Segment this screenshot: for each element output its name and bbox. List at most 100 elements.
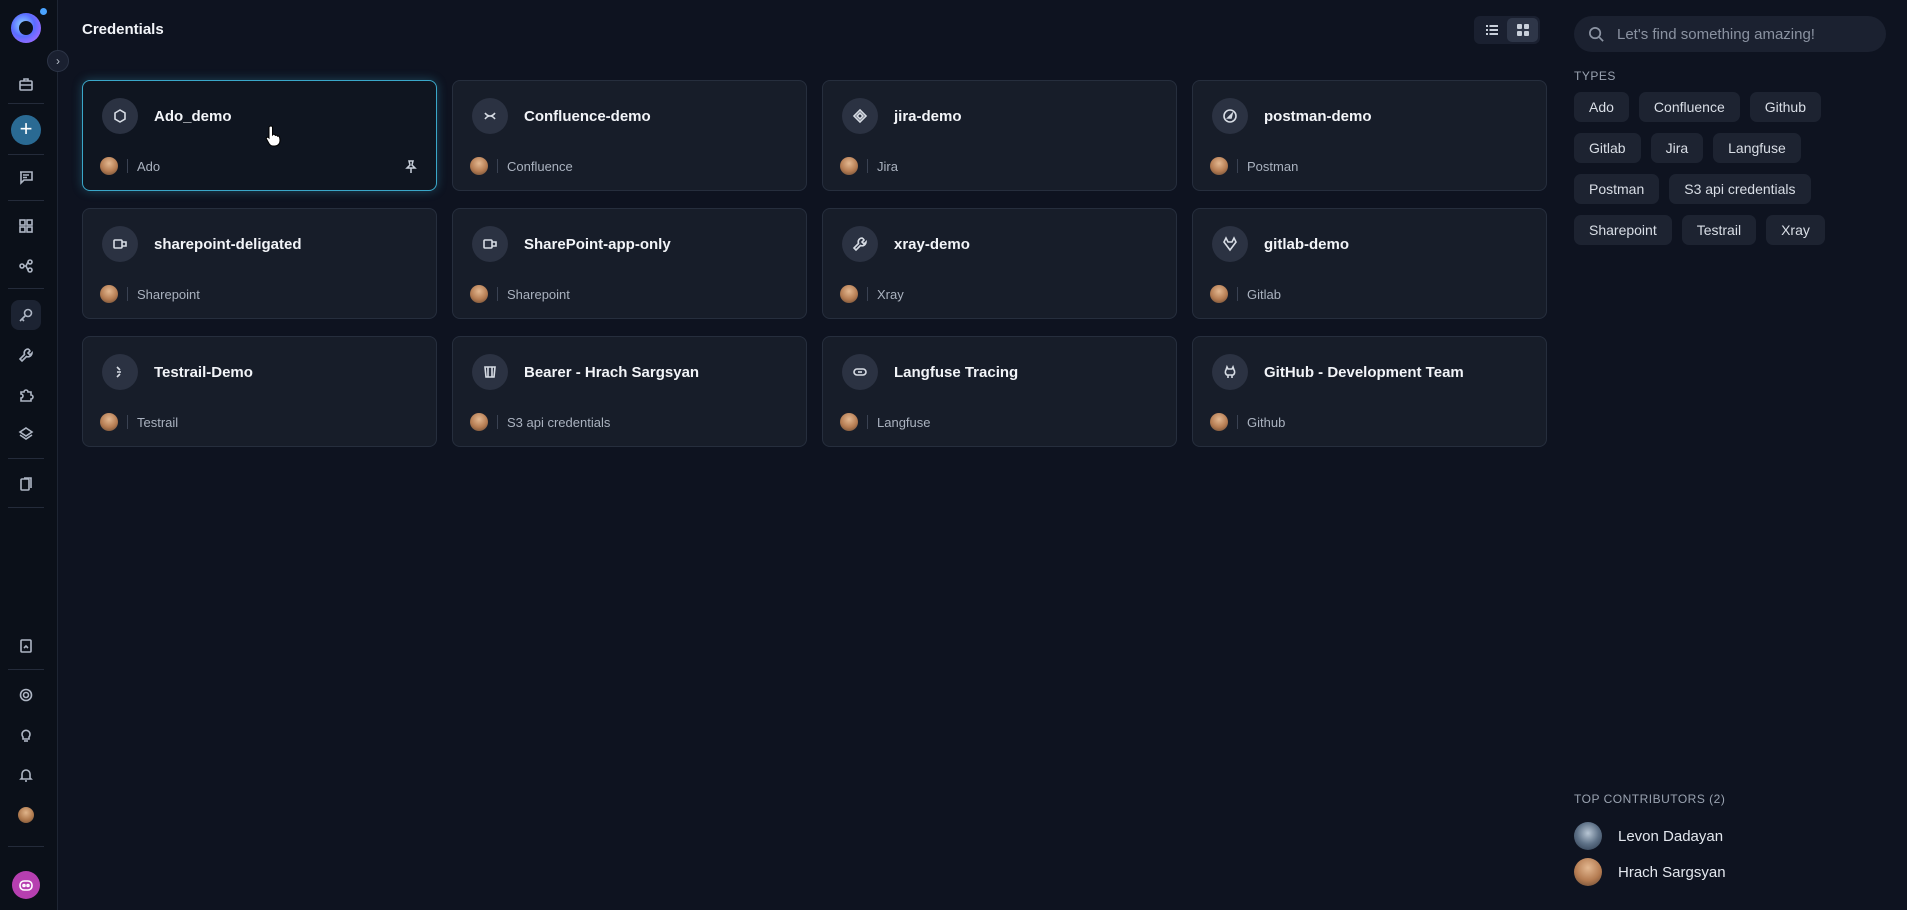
- type-chip[interactable]: Jira: [1650, 133, 1704, 163]
- credential-card[interactable]: Langfuse Tracing Langfuse: [822, 336, 1177, 447]
- lightbulb-icon[interactable]: [11, 720, 41, 750]
- card-type: Testrail: [137, 414, 179, 430]
- divider: [867, 415, 868, 429]
- divider: [127, 159, 128, 173]
- type-chip[interactable]: Xray: [1766, 215, 1825, 245]
- puzzle-icon[interactable]: [11, 380, 41, 410]
- sidebar-divider: [8, 458, 44, 459]
- type-chip[interactable]: Github: [1749, 92, 1821, 122]
- credential-card[interactable]: jira-demo Jira: [822, 80, 1177, 191]
- gitlab-icon: [1212, 226, 1248, 262]
- credential-card[interactable]: Confluence-demo Confluence: [452, 80, 807, 191]
- bell-icon[interactable]: [11, 760, 41, 790]
- type-chip[interactable]: Sharepoint: [1574, 215, 1672, 245]
- type-chip[interactable]: Testrail: [1681, 215, 1757, 245]
- type-chip[interactable]: S3 api credentials: [1669, 174, 1811, 204]
- type-chip[interactable]: Postman: [1574, 174, 1660, 204]
- credential-card[interactable]: GitHub - Development Team Github: [1192, 336, 1547, 447]
- card-title: jira-demo: [894, 108, 962, 125]
- credential-card[interactable]: postman-demo Postman: [1192, 80, 1547, 191]
- key-icon[interactable]: [11, 300, 41, 330]
- card-type: Sharepoint: [137, 286, 200, 302]
- divider: [127, 287, 128, 301]
- stack-icon[interactable]: [11, 419, 41, 449]
- list-view-button[interactable]: [1476, 18, 1507, 42]
- postman-icon: [1212, 98, 1248, 134]
- contributor-item[interactable]: Hrach Sargsyan: [1574, 858, 1726, 886]
- chat-icon[interactable]: [11, 162, 41, 192]
- types-heading: TYPES: [1574, 69, 1616, 83]
- search-icon: [1589, 26, 1604, 42]
- card-footer: Xray: [840, 285, 904, 303]
- card-footer: Github: [1210, 413, 1285, 431]
- credential-card[interactable]: Ado_demo Ado: [82, 80, 437, 191]
- contributor-item[interactable]: Levon Dadayan: [1574, 822, 1723, 850]
- sidebar-divider: [8, 154, 44, 155]
- card-footer: Testrail: [100, 413, 178, 431]
- card-title: GitHub - Development Team: [1264, 364, 1464, 381]
- card-footer: Sharepoint: [100, 285, 200, 303]
- card-footer: Sharepoint: [470, 285, 570, 303]
- avatar: [840, 285, 858, 303]
- flow-icon[interactable]: [11, 251, 41, 281]
- add-button[interactable]: +: [11, 115, 41, 145]
- type-chip[interactable]: Gitlab: [1574, 133, 1641, 163]
- sidebar-divider: [8, 669, 44, 670]
- credential-card[interactable]: sharepoint-deligated Sharepoint: [82, 208, 437, 319]
- card-title: Confluence-demo: [524, 108, 651, 125]
- github-icon: [1212, 354, 1248, 390]
- credential-card[interactable]: xray-demo Xray: [822, 208, 1177, 319]
- avatar: [1210, 285, 1228, 303]
- avatar: [840, 413, 858, 431]
- avatar: [100, 157, 118, 175]
- card-type: Confluence: [507, 158, 573, 174]
- credential-card[interactable]: Testrail-Demo Testrail: [82, 336, 437, 447]
- page-title: Credentials: [82, 21, 164, 38]
- assistant-bot-icon[interactable]: [12, 871, 40, 899]
- grid-view-button[interactable]: [1507, 18, 1538, 42]
- wrench-icon[interactable]: [11, 340, 41, 370]
- card-footer: Ado: [100, 157, 160, 175]
- sidebar-expand-button[interactable]: ›: [47, 50, 69, 72]
- type-chip[interactable]: Confluence: [1638, 92, 1740, 122]
- app-logo[interactable]: [11, 13, 41, 43]
- list-icon: [1485, 25, 1498, 35]
- user-avatar[interactable]: [18, 807, 34, 823]
- card-type: Gitlab: [1247, 286, 1281, 302]
- bucket-icon: [472, 354, 508, 390]
- card-type: Postman: [1247, 158, 1299, 174]
- divider: [127, 415, 128, 429]
- card-type: Xray: [877, 286, 904, 302]
- avatar: [100, 285, 118, 303]
- sharepoint-icon: [472, 226, 508, 262]
- card-type: Langfuse: [877, 414, 931, 430]
- search-bar[interactable]: [1574, 16, 1886, 52]
- type-chip[interactable]: Ado: [1574, 92, 1629, 122]
- credential-card[interactable]: Bearer - Hrach Sargsyan S3 api credentia…: [452, 336, 807, 447]
- card-footer: Jira: [840, 157, 898, 175]
- divider: [497, 287, 498, 301]
- credential-card[interactable]: gitlab-demo Gitlab: [1192, 208, 1547, 319]
- testrail-icon: [102, 354, 138, 390]
- briefcase-icon[interactable]: [11, 69, 41, 99]
- sidebar-divider: [8, 288, 44, 289]
- card-type: Ado: [137, 158, 161, 174]
- divider: [497, 415, 498, 429]
- card-title: gitlab-demo: [1264, 236, 1349, 253]
- divider: [867, 159, 868, 173]
- sidebar: +: [0, 0, 58, 910]
- avatar: [1210, 157, 1228, 175]
- sidebar-divider: [8, 846, 44, 847]
- divider: [867, 287, 868, 301]
- card-title: Testrail-Demo: [154, 364, 253, 381]
- credential-card[interactable]: SharePoint-app-only Sharepoint: [452, 208, 807, 319]
- top-contributors-heading: TOP CONTRIBUTORS (2): [1574, 792, 1726, 806]
- sidebar-divider: [8, 507, 44, 508]
- documents-icon[interactable]: [11, 469, 41, 499]
- pin-icon[interactable]: [403, 159, 419, 175]
- type-chip[interactable]: Langfuse: [1713, 133, 1801, 163]
- apps-grid-icon[interactable]: [11, 211, 41, 241]
- settings-gear-icon[interactable]: [11, 680, 41, 710]
- report-icon[interactable]: [11, 631, 41, 661]
- search-input[interactable]: [1617, 25, 1877, 43]
